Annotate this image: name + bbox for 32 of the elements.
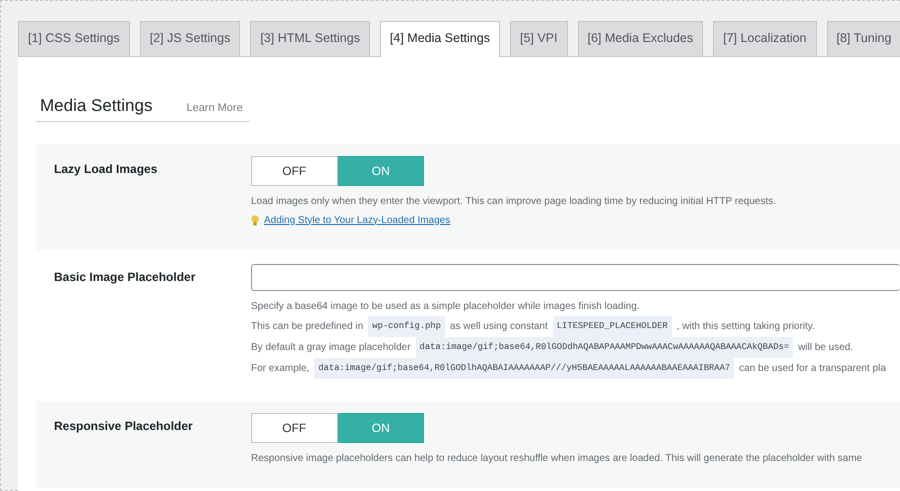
tab[interactable]: [6] Media Excludes	[578, 21, 704, 56]
tab[interactable]: [7] Localization	[713, 21, 816, 56]
tab[interactable]: [2] JS Settings	[140, 21, 240, 56]
learn-more-link[interactable]: Learn More	[186, 100, 243, 116]
section-title: Media Settings	[40, 95, 152, 117]
setting-label: Basic Image Placeholder	[54, 268, 196, 286]
lightbulb-icon	[251, 214, 259, 226]
text-input-field[interactable]	[251, 264, 900, 290]
help-link[interactable]: Adding Style to Your Lazy-Loaded Images	[264, 210, 450, 230]
tab[interactable]: [4] Media Settings	[380, 21, 500, 57]
description-text: will be used.	[798, 340, 854, 354]
tab[interactable]: [3] HTML Settings	[250, 21, 370, 56]
description-text: This can be predefined in	[251, 320, 364, 334]
description-text: By default a gray image placeholder	[251, 340, 411, 354]
description-text: Load images only when they enter the viewport. This can improve page loading time by reducing initial HTTP requests.	[251, 194, 776, 208]
tab[interactable]: [1] CSS Settings	[18, 21, 130, 56]
code-snippet: wp-config.php	[368, 316, 445, 336]
tab[interactable]: [8] Tuning	[826, 21, 900, 56]
code-snippet: data:image/gif;base64,R0lGODlhAQABAIAAAAAAAP///yH5BAEAAAAALAAAAAABAAEAAAIBRAA7	[314, 358, 734, 378]
setting-label: Lazy Load Images	[54, 160, 158, 178]
off-toggle-option[interactable]: OFF	[251, 412, 338, 442]
description-text: , with this setting taking priority.	[676, 320, 815, 334]
description-text: For example,	[251, 362, 310, 376]
description-text: Responsive image placeholders can help to reduce layout reshuffle when images are loaded. This will generate the placeholder with same	[251, 452, 862, 466]
description-text: can be used for a transparent pla	[739, 362, 886, 376]
code-snippet: data:image/gif;base64,R0lGODdhAQABAPAAAMPDwwAAACwAAAAAAQABAAACAkQBADs=	[416, 336, 794, 358]
off-toggle-option[interactable]: OFF	[251, 156, 338, 186]
description-text: as well using constant	[450, 320, 548, 334]
description-text: Specify a base64 image to be used as a simple placeholder while images finish loading.	[251, 300, 640, 314]
tab[interactable]: [5] VPI	[510, 21, 568, 56]
code-snippet: LITESPEED_PLACEHOLDER	[552, 316, 672, 336]
setting-label: Responsive Placeholder	[54, 418, 194, 434]
